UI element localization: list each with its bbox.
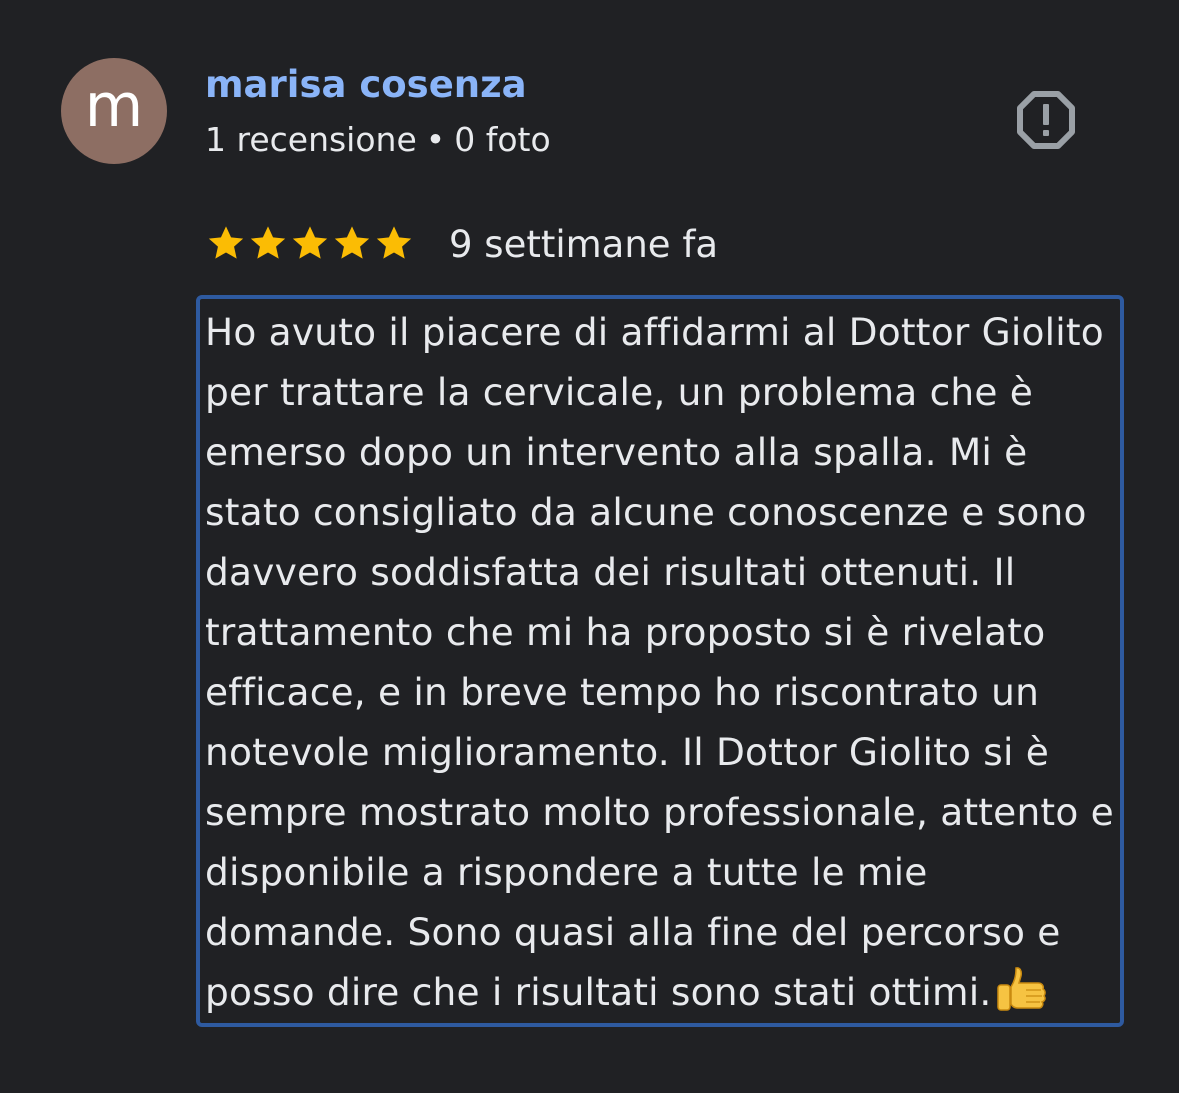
avatar[interactable]: m (61, 58, 167, 164)
star-rating (205, 222, 415, 264)
review-line: davvero soddisfatta dei risultati ottenu… (205, 550, 1016, 594)
meta-separator: • (425, 120, 446, 159)
star-icon (205, 222, 247, 264)
review-line: domande. Sono quasi alla fine del percor… (205, 910, 1061, 954)
photos-count: 0 foto (454, 120, 551, 159)
review-line: disponibile a rispondere a tutte le mie (205, 850, 928, 894)
review-text: Ho avuto il piacere di affidarmi al Dott… (205, 302, 1125, 1022)
star-icon (373, 222, 415, 264)
author-name[interactable]: marisa cosenza (205, 62, 527, 108)
thumbs-up-icon (994, 962, 1048, 1016)
review-line: per trattare la cervicale, un problema c… (205, 370, 1034, 414)
author-meta: 1 recensione • 0 foto (205, 118, 551, 162)
review-line: efficace, e in breve tempo ho riscontrat… (205, 670, 1040, 714)
review-line-text: posso dire che i risultati sono stati ot… (205, 970, 992, 1014)
review-line: trattamento che mi ha proposto si è rive… (205, 610, 1046, 654)
review-line: Ho avuto il piacere di affidarmi al Dott… (205, 310, 1104, 354)
review-line: sempre mostrato molto professionale, att… (205, 790, 1114, 834)
review-date: 9 settimane fa (449, 223, 719, 266)
review-line: stato consigliato da alcune conoscenze e… (205, 490, 1087, 534)
review-line: emerso dopo un intervento alla spalla. M… (205, 430, 1028, 474)
star-icon (247, 222, 289, 264)
reviews-count: 1 recensione (205, 120, 417, 159)
review-line-last: posso dire che i risultati sono stati ot… (205, 962, 1125, 1022)
avatar-letter: m (84, 71, 144, 141)
review-line: notevole miglioramento. Il Dottor Giolit… (205, 730, 1050, 774)
star-icon (331, 222, 373, 264)
star-icon (289, 222, 331, 264)
report-flag-icon[interactable] (1016, 90, 1076, 150)
